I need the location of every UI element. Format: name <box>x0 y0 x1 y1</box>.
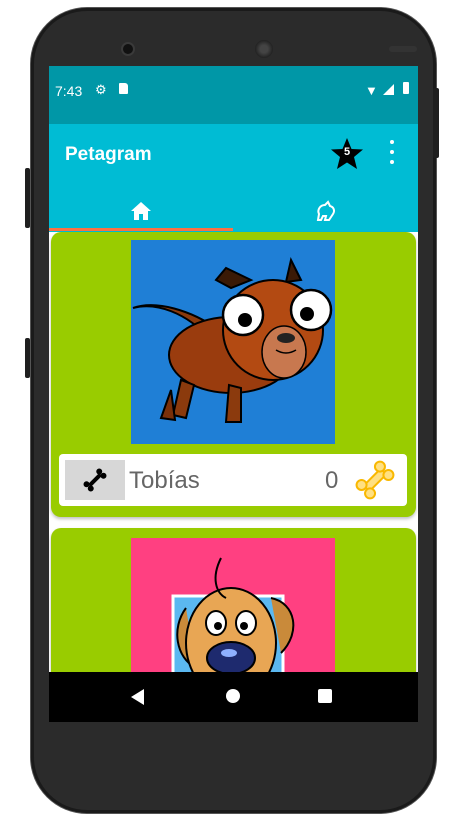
front-camera <box>123 44 133 54</box>
cartoon-dog-image <box>131 538 335 672</box>
volume-button <box>25 168 30 228</box>
pet-card[interactable]: Tobías 0 <box>51 232 416 517</box>
status-bar: 7:43 ⚙ ▼ <box>49 66 418 124</box>
sd-card-icon <box>119 83 128 94</box>
pet-name: Tobías <box>129 467 200 494</box>
pet-photo <box>131 538 335 672</box>
screen: 7:43 ⚙ ▼ Petagram 5 Tobías 0 <box>49 66 418 672</box>
pet-card[interactable] <box>51 528 416 672</box>
tab-pet[interactable] <box>234 192 418 230</box>
app-title: Petagram <box>65 144 152 165</box>
home-icon <box>131 202 151 220</box>
favorites-count: 5 <box>343 146 351 158</box>
pet-info-bar: Tobías 0 <box>59 454 407 506</box>
status-time: 7:43 <box>55 83 83 99</box>
pet-likes-count: 0 <box>325 467 339 494</box>
like-button[interactable] <box>65 460 125 500</box>
system-nav-bar <box>49 672 418 722</box>
power-button <box>433 88 439 158</box>
earpiece-speaker <box>255 40 273 58</box>
tab-home[interactable] <box>49 192 233 230</box>
more-vert-icon[interactable] <box>387 140 397 164</box>
signal-icon <box>383 84 394 95</box>
gold-bone-icon <box>355 460 395 500</box>
back-icon[interactable] <box>131 689 144 705</box>
recents-icon[interactable] <box>318 689 332 703</box>
circle-home-icon[interactable] <box>226 689 240 703</box>
gear-icon: ⚙ <box>95 82 107 97</box>
favorites-button[interactable]: 5 <box>329 136 365 172</box>
app-bar: Petagram 5 <box>49 124 418 232</box>
battery-icon <box>403 82 409 94</box>
wifi-icon: ▼ <box>365 83 378 98</box>
dog-icon <box>316 200 335 221</box>
bone-icon <box>83 468 107 492</box>
pet-list: Tobías 0 <box>49 232 418 672</box>
side-button <box>25 338 30 378</box>
pet-photo <box>131 240 335 444</box>
proximity-sensor <box>389 46 417 52</box>
tab-indicator <box>49 228 233 231</box>
cartoon-dog-image <box>131 240 335 444</box>
